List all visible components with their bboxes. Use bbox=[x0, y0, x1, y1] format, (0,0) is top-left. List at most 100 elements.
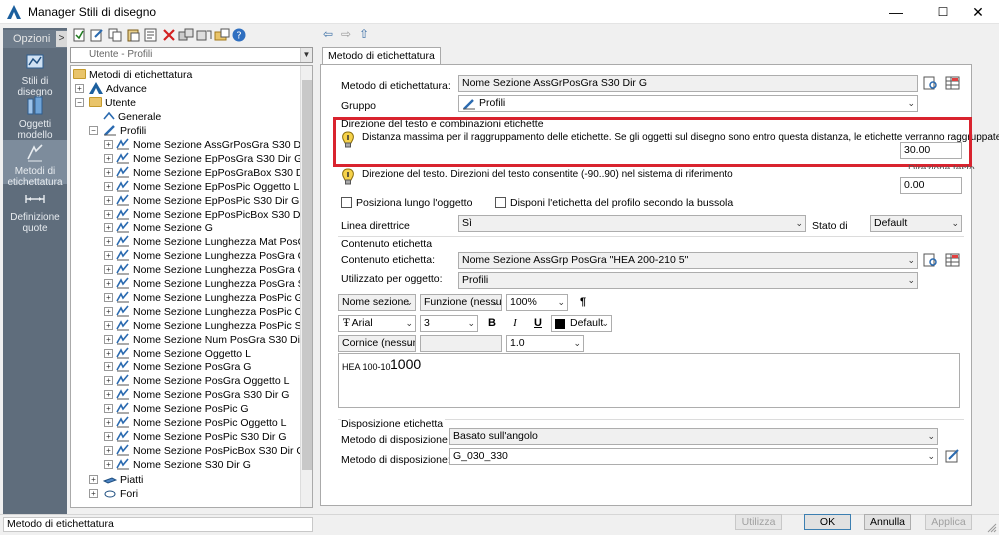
tree-item[interactable]: + Nome Sezione AssGrPosGra S30 Dir G bbox=[104, 138, 312, 152]
tree-item[interactable]: + Nome Sezione EpPosPic S30 Dir G bbox=[104, 194, 299, 208]
edit-icon[interactable] bbox=[89, 27, 105, 43]
expand-icon[interactable]: + bbox=[104, 320, 113, 330]
tree-item[interactable]: + Nome Sezione PosGra S30 Dir G bbox=[104, 388, 289, 402]
folder-copy-icon[interactable] bbox=[214, 27, 230, 43]
tree-item[interactable]: + Nome Sezione Lunghezza PosPic Oggett bbox=[104, 305, 312, 319]
expand-icon[interactable]: + bbox=[104, 265, 113, 275]
tree-node-profili[interactable]: − Profili bbox=[89, 124, 146, 138]
tree-node-root[interactable]: Metodi di etichettatura bbox=[73, 68, 192, 82]
tree-item[interactable]: + Nome Sezione Lunghezza Mat PosGra G bbox=[104, 235, 312, 249]
up-arrow-icon[interactable]: ⇧ bbox=[359, 27, 369, 41]
gruppo-dropdown[interactable]: Profili ⌄ bbox=[458, 95, 918, 112]
tree-item[interactable]: + Nome Sezione EpPosGraBox S30 Dir G bbox=[104, 166, 312, 180]
label-content-editor[interactable]: HEA 100-10 1000 bbox=[338, 353, 960, 408]
tree-item[interactable]: + Nome Sezione Lunghezza PosPic G bbox=[104, 291, 303, 305]
expand-icon[interactable]: + bbox=[104, 376, 113, 386]
styles-tree[interactable]: Metodi di etichettatura + Advance − Utente… bbox=[70, 65, 313, 508]
expand-icon[interactable]: + bbox=[104, 306, 113, 316]
disp-metodo1-dropdown[interactable]: Basato sull'angolo ⌄ bbox=[449, 428, 938, 445]
direzione-input[interactable]: 0.00 bbox=[900, 177, 962, 194]
tree-item[interactable]: + Nome Sezione Lunghezza PosGra S30 Dir bbox=[104, 277, 312, 291]
color-dropdown[interactable]: Default ⌄ bbox=[551, 315, 612, 332]
tab-metodo-di-etichettatura[interactable]: Metodo di etichettatura bbox=[322, 47, 441, 65]
expand-icon[interactable]: + bbox=[104, 181, 113, 191]
font-dropdown[interactable]: Ŧ Arial ⌄ bbox=[338, 315, 416, 332]
linea-dropdown[interactable]: Sì ⌄ bbox=[458, 215, 806, 232]
new-icon[interactable] bbox=[71, 27, 87, 43]
stato-dropdown[interactable]: Default ⌄ bbox=[870, 215, 962, 232]
resize-grip-icon[interactable] bbox=[987, 523, 997, 533]
table-icon[interactable] bbox=[944, 75, 961, 91]
tree-node-piatti[interactable]: + Piatti bbox=[89, 473, 143, 487]
tree-item[interactable]: + Nome Sezione PosGra Oggetto L bbox=[104, 374, 289, 388]
expand-icon[interactable]: + bbox=[104, 140, 113, 149]
tree-item[interactable]: + Nome Sezione EpPosPicBox S30 Dir G bbox=[104, 207, 312, 222]
expand-icon[interactable]: + bbox=[89, 475, 98, 484]
italic-button[interactable]: I bbox=[506, 315, 524, 331]
expand-icon[interactable]: + bbox=[104, 153, 113, 163]
pilcrow-button[interactable]: ¶ bbox=[574, 294, 592, 310]
tree-item[interactable]: + Nome Sezione Oggetto L bbox=[104, 346, 251, 361]
tree-item[interactable]: + Nome Sezione PosGra G bbox=[104, 360, 251, 374]
tree-node-generale[interactable]: Generale bbox=[103, 110, 161, 124]
import-icon[interactable] bbox=[196, 27, 212, 43]
metodo-name-field[interactable]: Nome Sezione AssGrPosGra S30 Dir G bbox=[458, 75, 918, 92]
posiziona-checkbox[interactable] bbox=[341, 197, 352, 208]
tree-scrollbar[interactable] bbox=[300, 66, 312, 507]
spacing-dropdown[interactable]: 1.0 ⌄ bbox=[506, 335, 584, 352]
expand-icon[interactable]: + bbox=[89, 489, 98, 498]
expand-icon[interactable]: + bbox=[75, 84, 84, 93]
expand-icon[interactable]: + bbox=[104, 251, 113, 261]
expand-icon[interactable]: + bbox=[104, 292, 113, 302]
tree-item[interactable]: + Nome Sezione Lunghezza PosGra G bbox=[104, 249, 306, 263]
copy-icon[interactable] bbox=[107, 27, 123, 43]
expand-icon[interactable]: + bbox=[104, 459, 113, 469]
annulla-button[interactable]: Annulla bbox=[864, 514, 911, 530]
size-dropdown[interactable]: 3 ⌄ bbox=[420, 315, 478, 332]
tree-item[interactable]: + Nome Sezione EpPosGra S30 Dir G bbox=[104, 152, 302, 166]
nome-sezione-dropdown[interactable]: Nome sezione ⌄ bbox=[338, 294, 416, 311]
expand-icon[interactable]: + bbox=[104, 223, 113, 233]
utilizza-button[interactable]: Utilizza bbox=[735, 514, 782, 530]
applica-button[interactable]: Applica bbox=[925, 514, 972, 530]
scrollbar-thumb[interactable] bbox=[302, 80, 312, 470]
cornice-dropdown[interactable]: Cornice (nessun ⌄ bbox=[338, 335, 416, 352]
expand-icon[interactable]: + bbox=[104, 167, 113, 177]
tree-item[interactable]: + Nome Sezione S30 Dir G bbox=[104, 458, 251, 472]
expand-icon[interactable]: + bbox=[104, 362, 113, 372]
disponi-checkbox[interactable] bbox=[495, 197, 506, 208]
expand-icon[interactable]: + bbox=[104, 390, 113, 400]
expand-icon[interactable]: + bbox=[104, 418, 113, 427]
tree-filter-dropdown[interactable]: Utente - Profili ▼ bbox=[70, 47, 313, 63]
funzione-dropdown[interactable]: Funzione (nessun ⌄ bbox=[420, 294, 502, 311]
tree-item[interactable]: + Nome Sezione Lunghezza PosGra Oggett bbox=[104, 263, 312, 277]
preview-icon[interactable] bbox=[922, 75, 939, 91]
tree-item[interactable]: + Nome Sezione Num PosGra S30 Dir G bbox=[104, 333, 312, 347]
delete-icon[interactable] bbox=[161, 27, 177, 43]
expand-icon[interactable]: + bbox=[104, 431, 113, 441]
back-arrow-icon[interactable]: ⇦ bbox=[323, 27, 333, 41]
tree-item[interactable]: + Nome Sezione Lunghezza PosPic S30 Dir bbox=[104, 319, 312, 333]
paste-icon[interactable] bbox=[125, 27, 141, 43]
help-icon[interactable]: ? bbox=[231, 27, 247, 43]
tree-node-fori[interactable]: + Fori bbox=[89, 487, 138, 501]
expand-icon[interactable]: + bbox=[104, 279, 113, 288]
collapse-icon[interactable]: − bbox=[75, 98, 84, 107]
sidebar-item-definizione-quote[interactable]: Definizione quote bbox=[3, 188, 67, 234]
expand-icon[interactable]: + bbox=[104, 237, 113, 247]
preview-icon[interactable] bbox=[922, 252, 939, 268]
tree-item[interactable]: + Nome Sezione PosPic S30 Dir G bbox=[104, 430, 286, 444]
expand-icon[interactable]: + bbox=[104, 334, 113, 344]
expand-icon[interactable]: + bbox=[104, 209, 113, 219]
tree-item[interactable]: + Nome Sezione EpPosPic Oggetto L bbox=[104, 180, 299, 194]
tree-item[interactable]: + Nome Sezione PosPic G bbox=[104, 402, 249, 416]
sidebar-item-oggetti-modello[interactable]: Oggetti modello bbox=[3, 95, 67, 141]
tree-item[interactable]: + Nome Sezione PosPicBox S30 Dir G bbox=[104, 444, 305, 458]
underline-button[interactable]: U bbox=[529, 315, 547, 331]
minimize-button[interactable]: — bbox=[873, 0, 919, 24]
table-icon[interactable] bbox=[944, 252, 961, 268]
contenuto-dropdown[interactable]: Nome Sezione AssGrp PosGra "HEA 200-210 … bbox=[458, 252, 918, 269]
forward-arrow-icon[interactable]: ⇨ bbox=[341, 27, 351, 41]
sidebar-item-metodi-di-etichettatura[interactable]: Metodi di etichettatura bbox=[3, 140, 67, 188]
expand-icon[interactable]: + bbox=[104, 445, 113, 455]
